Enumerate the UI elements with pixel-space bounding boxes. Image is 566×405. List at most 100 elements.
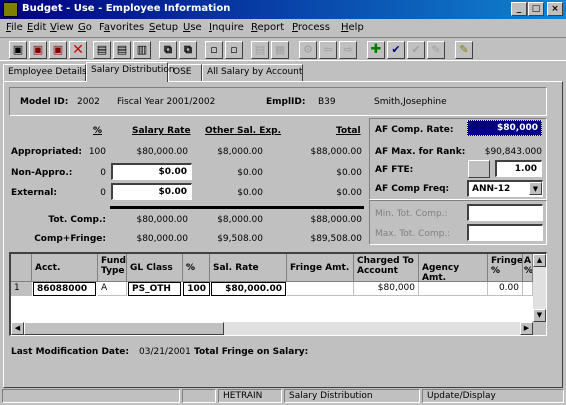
af-comp-freq-value: ANN-12 xyxy=(472,184,511,194)
status-bar: HETRAIN Salary Distribution Update/Displ… xyxy=(0,387,566,405)
settings-icon[interactable]: ⚙ xyxy=(299,41,317,59)
totals-divider xyxy=(110,206,364,209)
fiscal-year: Fiscal Year 2001/2002 xyxy=(117,97,216,107)
app-icon xyxy=(3,2,18,17)
appropriated-label: Appropriated: xyxy=(11,147,82,157)
af-max-rank-label: AF Max. for Rank: xyxy=(375,147,466,157)
non-appro-other: $0.00 xyxy=(237,168,263,178)
col-salary-rate-header: Salary Rate xyxy=(132,126,191,136)
last-mod-value: 03/21/2001 xyxy=(139,347,191,357)
grid-header-pct[interactable]: % xyxy=(183,254,210,282)
model-id-label: Model ID: xyxy=(20,97,69,107)
grid-horizontal-scrollbar[interactable]: ◀ ▶ xyxy=(11,322,533,335)
nav-last-icon[interactable]: ▫ xyxy=(225,41,243,59)
status-cell-empty-2 xyxy=(182,389,216,403)
external-rate-input[interactable]: $0.00 xyxy=(111,183,192,200)
grid-header-a-pct[interactable]: A % xyxy=(523,254,533,282)
edit-icon[interactable]: ✎ xyxy=(427,41,445,59)
menu-inquire[interactable]: Inquire xyxy=(209,22,244,33)
menu-help[interactable]: Help xyxy=(341,22,364,33)
emplid-value: B39 xyxy=(318,97,336,107)
scroll-up-icon[interactable]: ▲ xyxy=(533,254,546,267)
col-pct-header: % xyxy=(93,126,103,136)
grid-cell-agency-amt xyxy=(419,282,488,296)
save-as-icon[interactable]: ▣ xyxy=(29,41,47,59)
paste-icon[interactable]: ⧉ xyxy=(179,41,197,59)
status-mode: Update/Display xyxy=(422,389,564,403)
grid-row-number[interactable]: 1 xyxy=(11,282,32,296)
max-tot-comp-label: Max. Tot. Comp.: xyxy=(375,229,451,239)
af-fte-button[interactable] xyxy=(468,160,490,178)
menu-file[interactable]: File xyxy=(6,22,23,33)
af-fte-input[interactable]: 1.00 xyxy=(495,160,542,177)
menu-process[interactable]: Process xyxy=(292,22,330,33)
grid-header-sal-rate[interactable]: Sal. Rate xyxy=(210,254,287,282)
tab-all-salary-by-account[interactable]: All Salary by Account xyxy=(202,64,303,81)
menu-edit[interactable]: Edit xyxy=(27,22,46,33)
title-bar: Budget - Use - Employee Information _ □ … xyxy=(0,0,566,19)
copy-icon[interactable]: ⧉ xyxy=(159,41,177,59)
last-mod-label: Last Modification Date: xyxy=(11,347,130,357)
grid-header-fund-type[interactable]: Fund Type xyxy=(98,254,127,282)
grid-header-fringe-pct[interactable]: Fringe % xyxy=(488,254,523,282)
scroll-left-icon[interactable]: ◀ xyxy=(11,322,24,335)
min-tot-comp-input[interactable] xyxy=(467,204,543,221)
menu-use[interactable]: Use xyxy=(183,22,202,33)
grid-cell-a-pct xyxy=(523,282,533,296)
appropriated-total: $88,000.00 xyxy=(310,147,362,157)
check-icon[interactable]: ✔ xyxy=(387,41,405,59)
close-button[interactable]: × xyxy=(547,2,563,16)
tab-employee-details[interactable]: Employee Details xyxy=(3,64,87,81)
insert-row-icon[interactable]: ▤ xyxy=(93,41,111,59)
forward-icon[interactable]: ⇨ xyxy=(339,41,357,59)
external-label: External: xyxy=(11,188,57,198)
grid-header-agency-amt[interactable]: Agency Amt. xyxy=(419,254,488,282)
af-comp-rate-input[interactable]: $80,000 xyxy=(467,120,542,136)
menu-view[interactable]: View xyxy=(50,22,74,33)
grid-vertical-scrollbar[interactable]: ▲ ▼ xyxy=(533,254,546,322)
grid-cell-acct[interactable]: 86088000 xyxy=(33,282,96,296)
status-page: Salary Distribution xyxy=(284,389,420,403)
window-title: Budget - Use - Employee Information xyxy=(22,3,231,14)
back-icon[interactable]: ⇦ xyxy=(319,41,337,59)
af-max-rank-value: $90,843.000 xyxy=(484,147,542,157)
delete-row-icon[interactable]: ▤ xyxy=(113,41,131,59)
tot-comp-other: $8,000.00 xyxy=(217,215,263,225)
minimize-button[interactable]: _ xyxy=(511,2,527,16)
menu-setup[interactable]: Setup xyxy=(149,22,178,33)
grid-cell-sal-rate[interactable]: $80,000.00 xyxy=(211,282,286,296)
tab-salary-distribution[interactable]: Salary Distribution xyxy=(86,62,175,82)
add-icon[interactable]: ✚ xyxy=(367,41,385,59)
af-comp-freq-select[interactable]: ANN-12 ▼ xyxy=(467,180,543,197)
af-comp-freq-label: AF Comp Freq: xyxy=(375,184,450,194)
max-tot-comp-input[interactable] xyxy=(467,224,543,241)
scroll-thumb[interactable] xyxy=(24,322,224,335)
check-gray-icon[interactable]: ✔ xyxy=(407,41,425,59)
scroll-right-icon[interactable]: ▶ xyxy=(520,322,533,335)
status-cell-empty-1 xyxy=(2,389,180,403)
menu-favorites[interactable]: Favorites xyxy=(99,22,144,33)
grid-header-fringe-amt[interactable]: Fringe Amt. xyxy=(287,254,354,282)
non-appro-rate-input[interactable]: $0.00 xyxy=(111,163,192,180)
menu-report[interactable]: Report xyxy=(251,22,284,33)
scroll-down-icon[interactable]: ▼ xyxy=(533,309,546,322)
list-icon[interactable]: ▥ xyxy=(133,41,151,59)
menu-go[interactable]: Go xyxy=(78,22,92,33)
save-all-icon[interactable]: ▣ xyxy=(49,41,67,59)
nav-first-icon[interactable]: ▫ xyxy=(205,41,223,59)
grid-header-gl-class[interactable]: GL Class xyxy=(127,254,183,282)
delete-icon[interactable]: ✕ xyxy=(69,41,87,59)
grid-cell-pct[interactable]: 100 xyxy=(183,282,210,296)
comp-fringe-other: $9,508.00 xyxy=(217,234,263,244)
grid-header-charged-to-account[interactable]: Charged To Account xyxy=(354,254,419,282)
maximize-button[interactable]: □ xyxy=(528,2,544,16)
grid-cell-gl-class[interactable]: PS_OTH xyxy=(128,282,181,296)
appropriated-pct: 100 xyxy=(88,147,106,157)
pencil-icon[interactable]: ✎ xyxy=(455,41,473,59)
grid-header-acct[interactable]: Acct. xyxy=(32,254,98,282)
grid-icon[interactable]: ▤ xyxy=(251,41,269,59)
col-total-header: Total xyxy=(336,126,361,136)
grid2-icon[interactable]: ▦ xyxy=(271,41,289,59)
chevron-down-icon[interactable]: ▼ xyxy=(529,182,542,195)
save-icon[interactable]: ▣ xyxy=(9,41,27,59)
